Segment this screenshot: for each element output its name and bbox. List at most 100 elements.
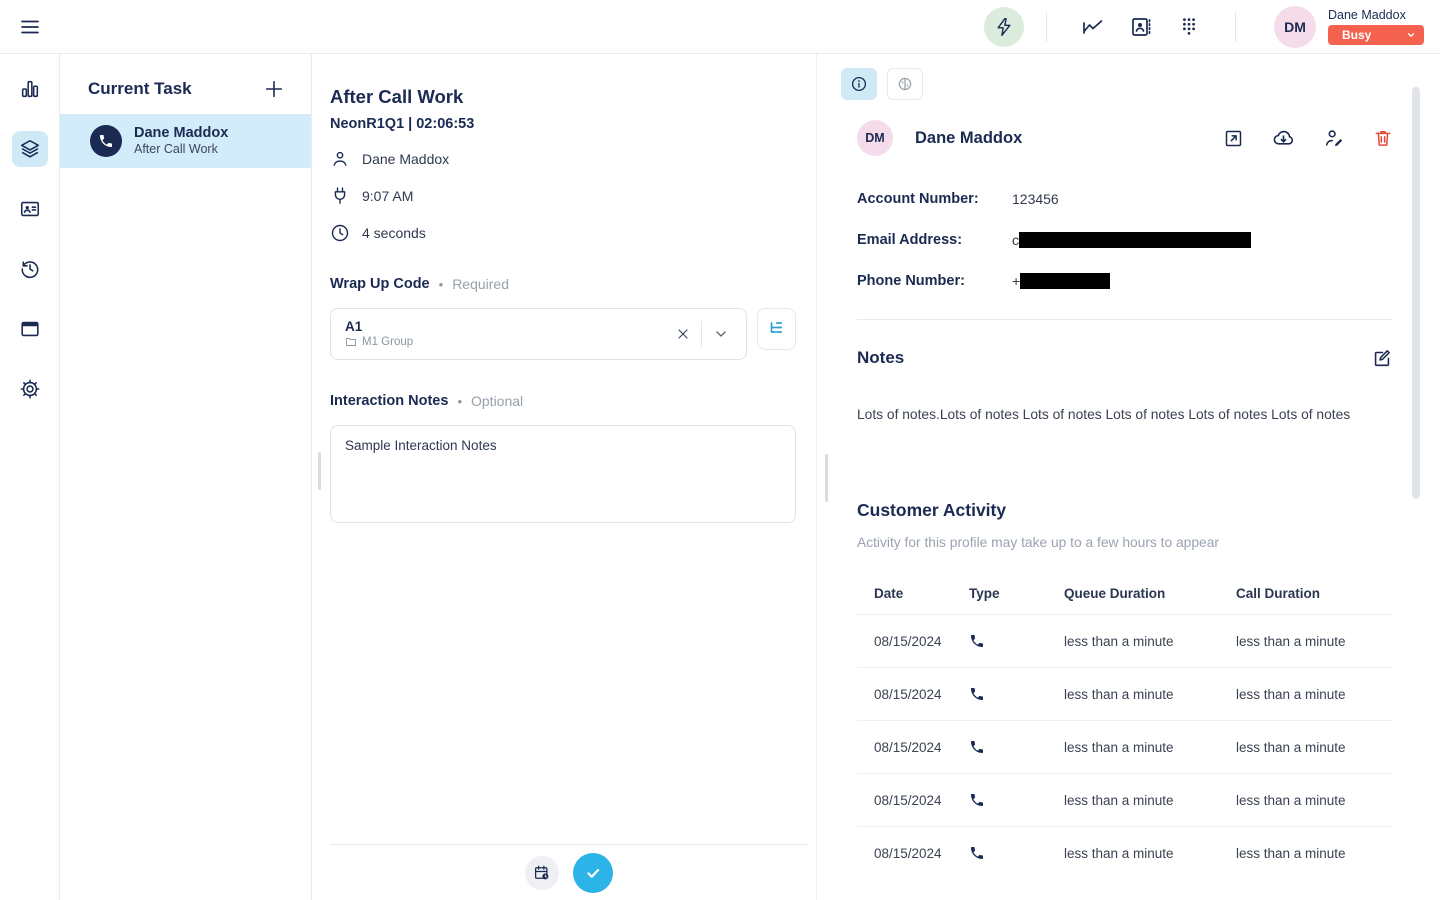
sidebar-item-apps-window[interactable] [12, 311, 48, 347]
tab-agent-assist[interactable] [887, 68, 923, 100]
profile-details: Account Number: 123456 Email Address: c … [857, 178, 1393, 301]
cell-call-duration: less than a minute [1236, 793, 1393, 808]
hamburger-menu-icon[interactable] [0, 15, 60, 39]
connect-time: 9:07 AM [362, 188, 413, 204]
contact-name: Dane Maddox [362, 151, 449, 167]
main-panel-scrollbar[interactable] [318, 452, 321, 490]
page-title: After Call Work [330, 86, 796, 108]
interactions-lightning-button[interactable] [984, 7, 1024, 47]
dialpad-button[interactable] [1176, 14, 1202, 40]
cell-queue-duration: less than a minute [1064, 634, 1236, 649]
panel-drag-handle[interactable] [825, 454, 828, 502]
phone-call-icon [969, 739, 1064, 755]
edit-notes-icon[interactable] [1371, 347, 1393, 369]
bullet: • [457, 394, 462, 409]
after-call-work-panel: After Call Work NeonR1Q1 | 02:06:53 Dane… [312, 54, 816, 900]
sidebar-item-performance[interactable] [12, 71, 48, 107]
gear-icon [19, 378, 41, 400]
notes-text: Lots of notes.Lots of notes Lots of note… [857, 405, 1393, 424]
table-row[interactable]: 08/15/2024 less than a minute less than … [857, 826, 1393, 879]
current-task-title: Current Task [88, 79, 192, 99]
table-row[interactable]: 08/15/2024 less than a minute less than … [857, 614, 1393, 667]
table-row[interactable]: 08/15/2024 less than a minute less than … [857, 720, 1393, 773]
calendar-clock-icon [533, 864, 551, 882]
add-task-button[interactable] [263, 78, 285, 100]
clock-icon [330, 223, 350, 243]
sidebar-item-interactions[interactable] [12, 131, 48, 167]
interaction-notes-input[interactable]: Sample Interaction Notes [330, 425, 796, 523]
topbar-divider [1235, 12, 1236, 42]
phone-value-prefix: + [1012, 273, 1020, 289]
profile-tabs [841, 68, 1393, 100]
tab-profile-info[interactable] [841, 68, 877, 100]
sidebar-item-history[interactable] [12, 251, 48, 287]
cell-date: 08/15/2024 [857, 793, 969, 808]
phone-label: Phone Number: [857, 273, 1012, 289]
user-avatar[interactable]: DM [1274, 6, 1316, 48]
connect-time-row: 9:07 AM [330, 186, 796, 206]
edit-contact-icon[interactable] [1323, 127, 1345, 149]
cell-date: 08/15/2024 [857, 687, 969, 702]
task-list-item[interactable]: Dane Maddox After Call Work [60, 114, 311, 168]
checkmark-icon [583, 863, 603, 883]
bullet: • [439, 277, 444, 292]
interaction-notes-label: Interaction Notes [330, 393, 448, 409]
bar-chart-icon [19, 78, 41, 100]
status-dropdown[interactable]: Busy [1328, 25, 1424, 45]
sidebar-item-settings[interactable] [12, 371, 48, 407]
account-number-value: 123456 [1012, 191, 1059, 207]
wrap-up-tree-browse-button[interactable] [757, 308, 796, 350]
topbar-right-cluster: DM Dane Maddox Busy [984, 6, 1440, 48]
customer-activity-subtitle: Activity for this profile may take up to… [857, 535, 1393, 550]
interaction-notes-optional-label: Optional [471, 393, 523, 409]
cell-call-duration: less than a minute [1236, 740, 1393, 755]
browser-window-icon [19, 318, 41, 340]
brain-icon [896, 75, 914, 93]
chevron-down-icon [1406, 30, 1416, 40]
section-divider [857, 319, 1393, 320]
phone-call-icon [969, 633, 1064, 649]
table-row[interactable]: 08/15/2024 less than a minute less than … [857, 773, 1393, 826]
queue-and-timer: NeonR1Q1 | 02:06:53 [330, 116, 796, 132]
wrap-up-code-select[interactable]: A1 M1 Group [330, 308, 747, 360]
user-block: Dane Maddox Busy [1328, 8, 1424, 45]
email-value-prefix: c [1012, 232, 1019, 248]
profile-header: DM Dane Maddox [857, 120, 1393, 156]
interaction-notes-label-row: Interaction Notes • Optional [330, 393, 796, 409]
cell-queue-duration: less than a minute [1064, 846, 1236, 861]
notes-title: Notes [857, 348, 904, 368]
cell-call-duration: less than a minute [1236, 634, 1393, 649]
account-number-label: Account Number: [857, 191, 1012, 207]
clear-selection-icon[interactable] [669, 327, 697, 341]
cell-date: 08/15/2024 [857, 634, 969, 649]
contact-meta-row: Dane Maddox [330, 149, 796, 169]
complete-wrap-up-button[interactable] [573, 853, 613, 893]
wrap-up-selected-code: A1 [345, 319, 669, 335]
wrap-up-required-label: Required [452, 276, 509, 292]
sidebar-item-contacts[interactable] [12, 191, 48, 227]
chevron-down-icon[interactable] [706, 326, 736, 342]
line-chart-icon [1081, 15, 1105, 39]
wrap-up-code-label: Wrap Up Code [330, 276, 430, 292]
task-contact-name: Dane Maddox [134, 125, 228, 142]
directory-button[interactable] [1128, 14, 1154, 40]
schedule-callback-button[interactable] [525, 856, 559, 890]
duration-row: 4 seconds [330, 223, 796, 243]
contact-book-icon [1129, 15, 1153, 39]
activity-table: Date Type Queue Duration Call Duration 0… [857, 572, 1393, 879]
profile-panel-scrollbar[interactable] [1412, 87, 1420, 499]
activity-table-header: Date Type Queue Duration Call Duration [857, 572, 1393, 614]
open-external-icon[interactable] [1223, 128, 1244, 149]
table-row[interactable]: 08/15/2024 less than a minute less than … [857, 667, 1393, 720]
status-label: Busy [1342, 28, 1371, 42]
delete-contact-icon[interactable] [1373, 128, 1393, 148]
profile-name: Dane Maddox [915, 129, 1022, 148]
cloud-download-icon[interactable] [1272, 127, 1295, 150]
phone-call-icon [969, 686, 1064, 702]
duration-value: 4 seconds [362, 225, 426, 241]
col-date: Date [857, 586, 969, 601]
col-call-duration: Call Duration [1236, 586, 1393, 601]
plug-icon [330, 186, 350, 206]
cell-call-duration: less than a minute [1236, 687, 1393, 702]
performance-chart-button[interactable] [1080, 14, 1106, 40]
